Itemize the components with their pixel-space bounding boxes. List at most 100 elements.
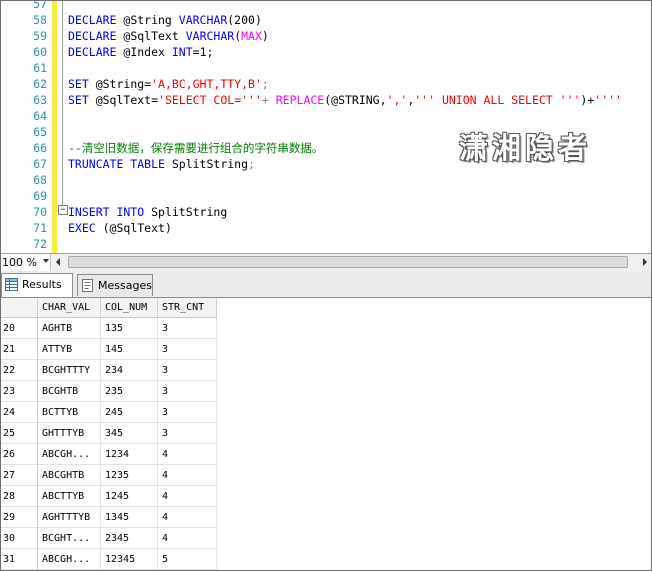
code-token: (@STRING, — [324, 93, 387, 107]
table-row[interactable]: 26 ABCGH... 1234 4 — [1, 444, 217, 465]
code-line[interactable]: 63 SET @SqlText='SELECT COL='''+ REPLACE(… — [1, 92, 651, 108]
table-row[interactable]: 24 BCTTYB 245 3 — [1, 402, 217, 423]
cell-str-cnt[interactable]: 4 — [158, 465, 217, 486]
cell-char-val[interactable]: AGHTB — [38, 318, 101, 339]
cell-str-cnt[interactable]: 3 — [158, 423, 217, 444]
code-text: DECLARE @Index INT=1; — [68, 44, 213, 60]
code-line[interactable]: 71 EXEC (@SqlText) — [1, 220, 651, 236]
cell-str-cnt[interactable]: 5 — [158, 549, 217, 570]
cell-str-cnt[interactable]: 3 — [158, 339, 217, 360]
table-row[interactable]: 27 ABCGHTB 1235 4 — [1, 465, 217, 486]
cell-char-val[interactable]: BCGHT... — [38, 528, 101, 549]
scroll-left-icon[interactable] — [56, 258, 60, 266]
results-grid[interactable]: CHAR_VAL COL_NUM STR_CNT 20 AGHTB 135 3 21 AT… — [1, 298, 651, 570]
cell-char-val[interactable]: BCGHTB — [38, 381, 101, 402]
cell-str-cnt[interactable]: 4 — [158, 528, 217, 549]
code-line[interactable]: 69 — [1, 188, 651, 204]
row-number[interactable]: 25 — [1, 423, 38, 444]
cell-col-num[interactable]: 1245 — [101, 486, 158, 507]
cell-char-val[interactable]: GHTTTYB — [38, 423, 101, 444]
table-row[interactable]: 23 BCGHTB 235 3 — [1, 381, 217, 402]
row-number[interactable]: 29 — [1, 507, 38, 528]
row-number[interactable]: 24 — [1, 402, 38, 423]
code-line[interactable]: 60 DECLARE @Index INT=1; — [1, 44, 651, 60]
cell-col-num[interactable]: 2345 — [101, 528, 158, 549]
column-header-str-cnt[interactable]: STR_CNT — [158, 298, 217, 318]
code-text: --清空旧数据，保存需要进行组合的字符串数据。 — [68, 140, 323, 156]
code-line[interactable]: 64 — [1, 108, 651, 124]
cell-col-num[interactable]: 1234 — [101, 444, 158, 465]
row-header-corner[interactable] — [1, 298, 38, 318]
cell-col-num[interactable]: 345 — [101, 423, 158, 444]
code-line[interactable]: 59 DECLARE @SqlText VARCHAR(MAX) — [1, 28, 651, 44]
tab-results[interactable]: Results — [1, 273, 73, 297]
cell-str-cnt[interactable]: 4 — [158, 444, 217, 465]
sql-editor[interactable]: − 57 58 DECLARE @String VARCHAR(200) 59 DECL… — [1, 1, 651, 253]
code-token: INSERT INTO — [68, 205, 145, 219]
cell-char-val[interactable]: ABCGHTB — [38, 465, 101, 486]
code-line[interactable]: 57 — [1, 1, 651, 12]
code-line[interactable]: 58 DECLARE @String VARCHAR(200) — [1, 12, 651, 28]
code-line[interactable]: 72 — [1, 236, 651, 252]
cell-char-val[interactable]: BCGHTTTY — [38, 360, 101, 381]
cell-col-num[interactable]: 1235 — [101, 465, 158, 486]
row-number[interactable]: 27 — [1, 465, 38, 486]
row-number[interactable]: 23 — [1, 381, 38, 402]
cell-char-val[interactable]: BCTTYB — [38, 402, 101, 423]
code-token: @String — [116, 13, 179, 27]
zoom-dropdown[interactable]: 100 % — [1, 254, 51, 271]
cell-col-num[interactable]: 245 — [101, 402, 158, 423]
column-header-char-val[interactable]: CHAR_VAL — [38, 298, 101, 318]
cell-col-num[interactable]: 1345 — [101, 507, 158, 528]
horizontal-scrollbar[interactable] — [54, 255, 651, 270]
table-row[interactable]: 30 BCGHT... 2345 4 — [1, 528, 217, 549]
cell-char-val[interactable]: ATTYB — [38, 339, 101, 360]
scrollbar-thumb[interactable] — [68, 256, 628, 268]
table-row[interactable]: 29 AGHTTTYB 1345 4 — [1, 507, 217, 528]
table-row[interactable]: 31 ABCGH... 12345 5 — [1, 549, 217, 570]
cell-char-val[interactable]: ABCGH... — [38, 549, 101, 570]
code-line[interactable]: 70 INSERT INTO SplitString — [1, 204, 651, 220]
code-line[interactable]: 61 — [1, 60, 651, 76]
cell-str-cnt[interactable]: 4 — [158, 486, 217, 507]
cell-col-num[interactable]: 235 — [101, 381, 158, 402]
cell-str-cnt[interactable]: 3 — [158, 360, 217, 381]
cell-col-num[interactable]: 234 — [101, 360, 158, 381]
row-number[interactable]: 28 — [1, 486, 38, 507]
results-tabstrip: Results Messages — [1, 271, 651, 298]
row-number[interactable]: 20 — [1, 318, 38, 339]
chevron-down-icon[interactable] — [43, 259, 49, 263]
cell-char-val[interactable]: ABCGH... — [38, 444, 101, 465]
scroll-right-icon[interactable] — [643, 258, 647, 266]
table-row[interactable]: 28 ABCTTYB 1245 4 — [1, 486, 217, 507]
table-row[interactable]: 21 ATTYB 145 3 — [1, 339, 217, 360]
code-line[interactable]: 62 SET @String='A,BC,GHT,TTY,B'; — [1, 76, 651, 92]
code-text: DECLARE @String VARCHAR(200) — [68, 12, 262, 28]
cell-col-num[interactable]: 145 — [101, 339, 158, 360]
cell-col-num[interactable]: 12345 — [101, 549, 158, 570]
table-row[interactable]: 22 BCGHTTTY 234 3 — [1, 360, 217, 381]
cell-char-val[interactable]: ABCTTYB — [38, 486, 101, 507]
code-token: 'A,BC,GHT,TTY,B' — [151, 77, 262, 91]
watermark: 潇湘隐者 — [459, 131, 592, 165]
row-number[interactable]: 22 — [1, 360, 38, 381]
line-number: 65 — [33, 125, 47, 139]
cell-str-cnt[interactable]: 3 — [158, 381, 217, 402]
code-line[interactable]: 68 — [1, 172, 651, 188]
tab-messages[interactable]: Messages — [77, 274, 153, 296]
cell-str-cnt[interactable]: 4 — [158, 507, 217, 528]
table-row[interactable]: 20 AGHTB 135 3 — [1, 318, 217, 339]
cell-col-num[interactable]: 135 — [101, 318, 158, 339]
row-number[interactable]: 21 — [1, 339, 38, 360]
table-row[interactable]: 25 GHTTTYB 345 3 — [1, 423, 217, 444]
column-header-col-num[interactable]: COL_NUM — [101, 298, 158, 318]
cell-char-val[interactable]: AGHTTTYB — [38, 507, 101, 528]
cell-str-cnt[interactable]: 3 — [158, 318, 217, 339]
row-number[interactable]: 26 — [1, 444, 38, 465]
cell-str-cnt[interactable]: 3 — [158, 402, 217, 423]
code-token: =1; — [192, 45, 214, 59]
code-token: REPLACE — [275, 93, 325, 107]
row-number[interactable]: 30 — [1, 528, 38, 549]
line-number: 69 — [33, 189, 47, 203]
row-number[interactable]: 31 — [1, 549, 38, 570]
